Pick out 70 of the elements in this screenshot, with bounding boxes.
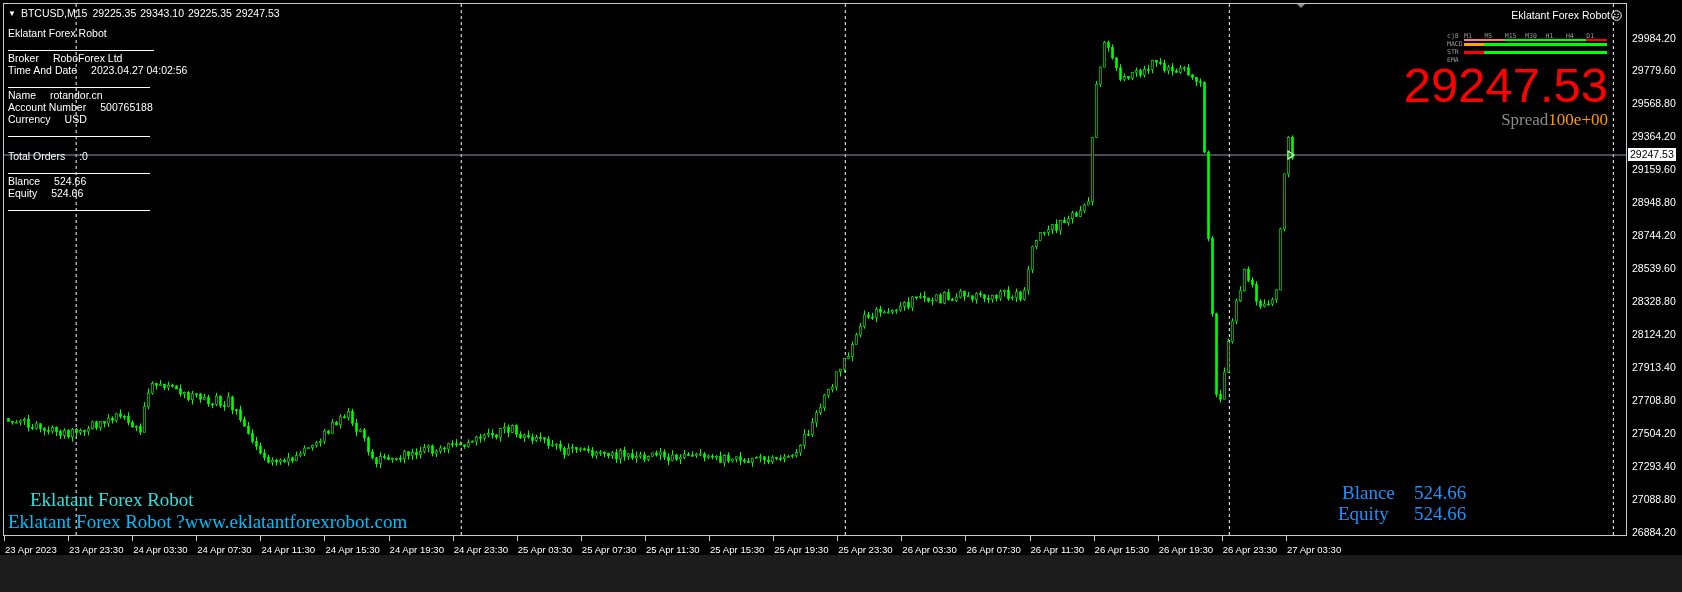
- info-label: Total Orders: [8, 150, 66, 162]
- current-price-label: 29247.53: [1628, 148, 1676, 161]
- robot-caption: Eklatant Forex Robot: [30, 489, 194, 510]
- summary-value: 524.66: [1414, 503, 1467, 524]
- price-tick-label: 29159.60: [1632, 163, 1676, 176]
- price-value: 29225.35: [188, 7, 232, 20]
- price-tick-label: 29568.80: [1632, 97, 1676, 110]
- info-label: Account Number: [8, 101, 87, 113]
- info-label: Name: [8, 89, 36, 101]
- price-tick-label: 29779.60: [1632, 64, 1676, 77]
- symbol-label: BTCUSD,M15: [20, 7, 88, 20]
- info-value: RoboForex Ltd: [52, 52, 123, 64]
- info-value: 524.66: [51, 187, 84, 199]
- price-tick-label: 27913.40: [1632, 361, 1676, 374]
- price-tick-label: 28948.80: [1632, 196, 1676, 209]
- time-tick-label: 25 Apr 11:30: [645, 544, 700, 555]
- time-tick-label: 24 Apr 19:30: [389, 544, 444, 555]
- time-tick-label: 24 Apr 07:30: [197, 544, 252, 555]
- info-label: Time And Date: [8, 64, 78, 76]
- time-tick-label: 26 Apr 07:30: [966, 544, 1021, 555]
- price-tick-label: 28124.20: [1632, 328, 1676, 341]
- summary-label: Blance: [1342, 482, 1395, 503]
- time-tick-label: 27 Apr 03:30: [1286, 544, 1342, 555]
- time-tick-label: 26 Apr 15:30: [1094, 544, 1149, 555]
- time-tick-label: 26 Apr 03:30: [902, 544, 957, 555]
- time-tick-label: 24 Apr 15:30: [325, 544, 380, 555]
- price-value: 29343.10: [140, 7, 185, 20]
- time-tick-label: 25 Apr 15:30: [710, 544, 765, 555]
- time-tick-label: 23 Apr 23:30: [69, 544, 124, 555]
- info-value: USD: [64, 113, 87, 125]
- robot-caption: Eklatant Forex Robot ?www.eklatantforexrobot.com: [8, 511, 408, 532]
- expert-name: Eklatant Forex Robot: [1511, 9, 1610, 21]
- time-tick-label: 25 Apr 19:30: [774, 544, 829, 555]
- price-tick-label: 27088.80: [1632, 493, 1676, 506]
- time-tick-label: 26 Apr 23:30: [1222, 544, 1278, 555]
- price-tick-label: 28539.60: [1632, 262, 1676, 275]
- time-tick-label: 25 Apr 23:30: [838, 544, 893, 555]
- info-label: Currency: [8, 113, 51, 125]
- price-tick-label: 28744.20: [1632, 229, 1676, 242]
- price-tick-label: 26884.20: [1632, 526, 1676, 539]
- time-tick-label: 24 Apr 11:30: [261, 544, 316, 555]
- price-tick-label: 27293.40: [1632, 460, 1676, 473]
- info-value: :0: [79, 150, 88, 162]
- info-value: 500765188: [100, 101, 153, 113]
- price-tick-label: 29364.20: [1632, 130, 1676, 143]
- dropdown-arrow[interactable]: ▼: [8, 7, 16, 20]
- spread-label: Spread: [1501, 111, 1549, 129]
- time-tick-label: 26 Apr 11:30: [1030, 544, 1085, 555]
- time-tick-label: 24 Apr 03:30: [133, 544, 188, 555]
- info-value: rotandor.cn: [50, 89, 103, 101]
- price-tick-label: 27504.20: [1632, 427, 1676, 440]
- time-tick-label: 24 Apr 23:30: [453, 544, 509, 555]
- price-tick-label: 29984.20: [1632, 31, 1676, 44]
- info-value: 2023.04.27 04:02:56: [91, 64, 188, 76]
- time-tick-label: 23 Apr 2023: [5, 544, 57, 555]
- price-value: 29225.35: [92, 7, 137, 20]
- info-label: Broker: [8, 52, 39, 64]
- price-tick-label: 27708.80: [1632, 394, 1676, 407]
- panel-title: Eklatant Forex Robot: [8, 27, 154, 51]
- time-tick-label: 26 Apr 19:30: [1158, 544, 1214, 555]
- summary-label: Equity: [1338, 503, 1389, 524]
- price-tick-label: 28328.80: [1632, 295, 1676, 308]
- time-tick-label: 25 Apr 03:30: [517, 544, 573, 555]
- info-value: 524.66: [54, 175, 87, 187]
- time-tick-label: 25 Apr 07:30: [581, 544, 637, 555]
- spread-value: 100e+00: [1548, 111, 1608, 129]
- summary-value: 524.66: [1414, 482, 1467, 503]
- info-label: Equity: [8, 187, 38, 199]
- info-label: Blance: [8, 175, 41, 187]
- price-value: 29247.53: [235, 7, 280, 20]
